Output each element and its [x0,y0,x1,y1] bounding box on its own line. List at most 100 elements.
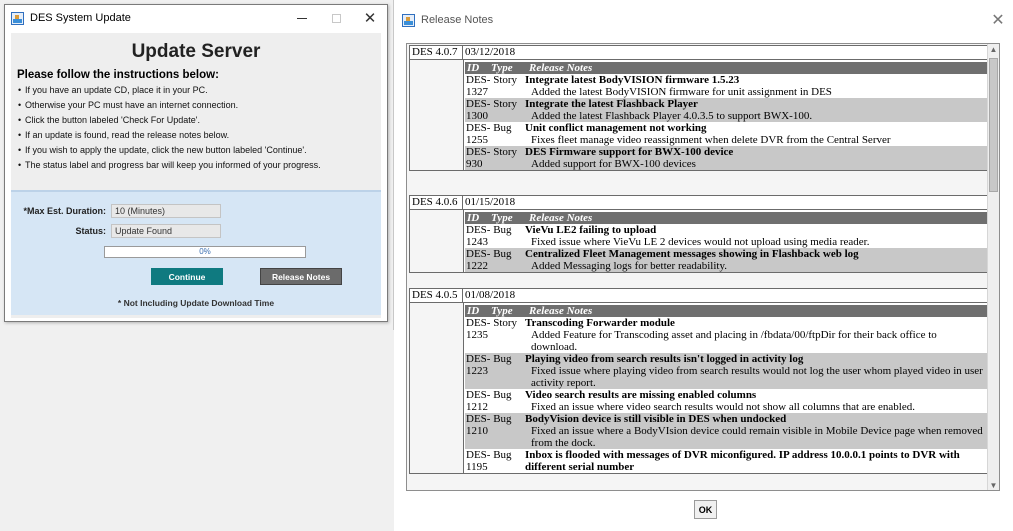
note-title: BodyVision device is still visible in DE… [525,413,787,425]
note-id-prefix: DES- [466,74,491,86]
note-prefix-type: DES- Bug [466,224,525,236]
note-id-number: 1195 [466,461,488,473]
note-type: Story [493,98,518,110]
close-button[interactable]: ✕ [353,5,387,31]
note-id-prefix: DES- [466,353,491,365]
note-prefix-type: DES- Bug [466,413,525,425]
maximize-icon [331,13,341,23]
note-id-prefix: DES- [466,449,491,461]
scroll-up-icon[interactable]: ▲ [988,44,999,56]
release-section: DES 4.0.5 01/08/2018 ID Type Release Notes DE… [409,288,988,474]
note-title: Video search results are missing enabled… [525,389,757,401]
note-id-number: 1212 [466,401,488,413]
note-id-type: DES- Story 1235 [465,317,525,353]
header-id: ID [467,62,480,74]
header-id: ID [467,305,480,317]
note-description: Added support for BWX-100 devices [531,158,696,170]
note-id-prefix: DES- [466,389,491,401]
status-field: Update Found [111,224,221,238]
note-id-prefix: DES- [466,146,491,158]
status-row: Status: Update Found [11,224,221,238]
note-id-type: DES- Bug 1195 [465,449,525,473]
note-row: DES- Bug 1222 Centralized Fleet Management… [465,248,987,272]
notes-header-row: ID Type Release Notes [465,212,987,224]
note-row: DES- Story 930 DES Firmware support for BW… [465,146,987,170]
note-title: DES Firmware support for BWX-100 device [525,146,734,158]
release-date: 03/12/2018 [463,45,988,60]
header-notes: Release Notes [529,62,593,74]
header-type: Type [491,62,513,74]
note-id-type: DES- Story 1327 [465,74,525,98]
note-text: Centralized Fleet Management messages sh… [525,248,987,272]
instruction-item: If an update is found, read the release … [17,128,375,143]
notes-header-row: ID Type Release Notes [465,305,987,317]
release-notes-title: Release Notes [421,14,494,26]
duration-row: *Max Est. Duration: 10 (Minutes) [11,204,221,218]
instructions-title: Please follow the instructions below: [17,69,219,81]
release-gutter [409,210,463,273]
instruction-item: Otherwise your PC must have an internet … [17,98,375,113]
instructions-list: If you have an update CD, place it in yo… [17,83,375,173]
note-id-number: 1243 [466,236,488,248]
update-titlebar[interactable]: DES System Update ✕ [5,5,387,31]
scroll-thumb[interactable] [989,58,998,192]
note-text: BodyVision device is still visible in DE… [525,413,987,449]
update-dialog: DES System Update ✕ Update Server Please… [4,4,388,322]
release-section: DES 4.0.6 01/15/2018 ID Type Release Notes DE… [409,195,988,273]
instruction-item: If you wish to apply the update, click t… [17,143,375,158]
instruction-item: Click the button labeled 'Check For Upda… [17,113,375,128]
note-description: Fixed issue where playing video from sea… [531,365,983,389]
maximize-button [319,5,353,31]
instructions-panel: Update Server Please follow the instruct… [11,33,381,185]
note-id-number: 1327 [466,86,488,98]
release-notes-table: ID Type Release Notes DES- Story 1327 Integra… [463,60,988,171]
app-icon [11,11,24,25]
note-prefix-type: DES- Story [466,74,525,86]
note-prefix-type: DES- Bug [466,449,525,461]
header-notes: Release Notes [529,305,593,317]
note-description: Added Messaging logs for better readabil… [531,260,728,272]
note-id-type: DES- Story 1300 [465,98,525,122]
release-version: DES 4.0.5 [409,288,463,303]
note-type: Bug [493,413,512,425]
note-id-type: DES- Bug 1255 [465,122,525,146]
note-id-prefix: DES- [466,122,491,134]
instruction-item: The status label and progress bar will k… [17,158,375,173]
note-id-prefix: DES- [466,317,491,329]
release-notes-titlebar[interactable]: Release Notes ✕ [394,0,1013,40]
progress-bar: 0% [104,246,306,258]
release-version: DES 4.0.6 [409,195,463,210]
note-id-number: 1210 [466,425,488,437]
update-body: Update Server Please follow the instruct… [11,33,381,318]
close-icon: ✕ [363,9,377,27]
scroll-down-icon[interactable]: ▼ [988,480,999,490]
notes-header-row: ID Type Release Notes [465,62,987,74]
release-notes-content: DES 4.0.7 03/12/2018 ID Type Release Notes DE… [406,43,1000,491]
note-text: Integrate the latest Flashback Player Add… [525,98,987,122]
instruction-item: If you have an update CD, place it in yo… [17,83,375,98]
ok-button[interactable]: OK [694,500,717,519]
note-type: Bug [493,389,512,401]
continue-button[interactable]: Continue [151,268,223,285]
status-label: Status: [75,226,106,236]
note-type: Story [493,317,518,329]
release-body: ID Type Release Notes DES- Story 1327 Integra… [409,60,988,171]
note-id-number: 1222 [466,260,488,272]
note-text: Integrate latest BodyVISION firmware 1.5… [525,74,987,98]
release-date: 01/08/2018 [463,288,988,303]
release-notes-button[interactable]: Release Notes [260,268,342,285]
update-heading: Update Server [131,41,261,62]
note-type: Bug [493,353,512,365]
scrollbar[interactable]: ▲ ▼ [987,44,999,490]
note-id-prefix: DES- [466,224,491,236]
note-type: Story [493,74,518,86]
note-id-prefix: DES- [466,413,491,425]
release-version: DES 4.0.7 [409,45,463,60]
close-icon[interactable]: ✕ [983,10,1013,30]
minimize-button[interactable] [285,5,319,31]
release-notes-dialog: Release Notes ✕ DES 4.0.7 03/12/2018 ID Typ… [394,0,1013,531]
update-window-title: DES System Update [30,12,131,24]
note-description: Added the latest Flashback Player 4.0.3.… [531,110,813,122]
duration-label: *Max Est. Duration: [23,206,106,216]
note-row: DES- Bug 1223 Playing video from search re… [465,353,987,389]
